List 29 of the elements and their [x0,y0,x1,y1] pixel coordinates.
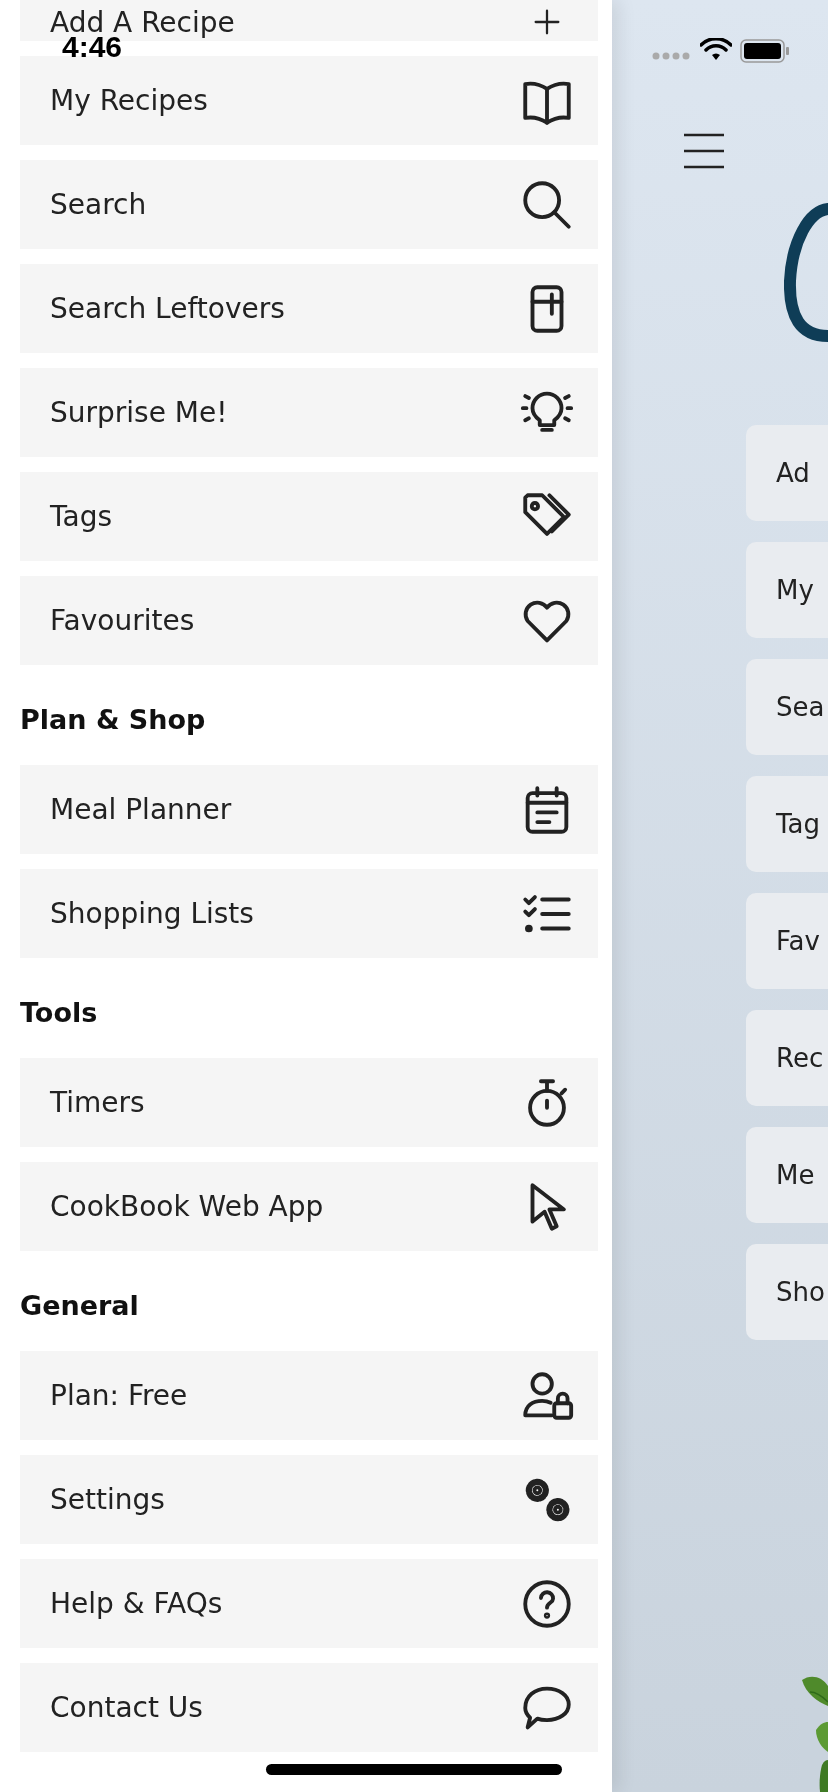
menu-item[interactable]: Settings [20,1455,598,1544]
section-heading: Plan & Shop [20,703,207,737]
menu-item[interactable]: My Recipes [20,56,598,145]
wifi-icon [700,38,732,62]
menu-icon[interactable] [683,133,725,169]
menu-item[interactable]: Search [20,160,598,249]
menu-button[interactable]: Ad [746,425,828,521]
menu-item[interactable]: Contact Us [20,1663,598,1752]
menu-button[interactable]: Tag [746,776,828,872]
menu-item[interactable]: Search Leftovers [20,264,598,353]
section-heading: General [20,1289,140,1323]
menu-item[interactable]: Timers [20,1058,598,1147]
menu-item[interactable]: Favourites [20,576,598,665]
signal-icon [652,52,690,60]
menu-item[interactable]: Surprise Me! [20,368,598,457]
battery-icon [740,39,790,63]
menu-button[interactable]: Fav [746,893,828,989]
menu-item[interactable]: Help & FAQs [20,1559,598,1648]
section-heading: Tools [20,996,99,1030]
menu-button[interactable]: Rec [746,1010,828,1106]
menu-item[interactable]: Meal Planner [20,765,598,854]
menu-item[interactable]: Tags [20,472,598,561]
menu-item[interactable]: Plan: Free [20,1351,598,1440]
menu-button[interactable]: Sea [746,659,828,755]
menu-button[interactable]: Me [746,1127,828,1223]
menu-item[interactable]: CookBook Web App [20,1162,598,1251]
menu-button[interactable]: Sho [746,1244,828,1340]
menu-item[interactable]: Shopping Lists [20,869,598,958]
menu-button[interactable]: My [746,542,828,638]
